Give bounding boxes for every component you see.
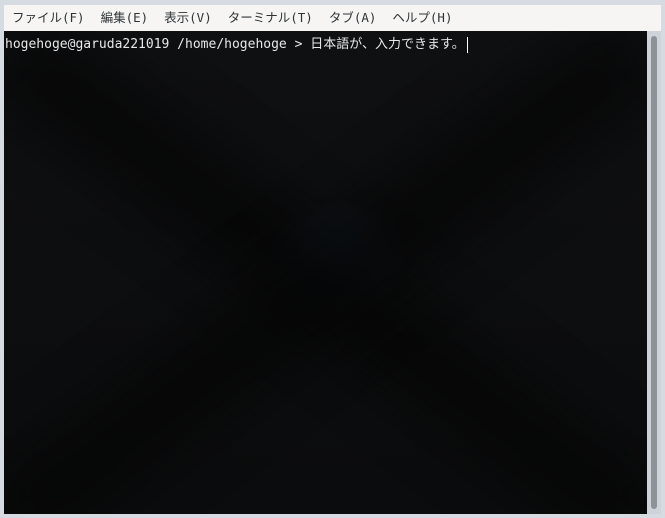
menu-view[interactable]: 表示(V) — [156, 5, 220, 31]
terminal-window: ファイル(F) 編集(E) 表示(V) ターミナル(T) タブ(A) ヘルプ(H… — [0, 0, 665, 518]
command-input: 日本語が、入力できます。 — [310, 37, 465, 52]
terminal-scrollbar[interactable] — [647, 31, 661, 514]
text-cursor — [466, 37, 468, 53]
scrollbar-thumb[interactable] — [651, 36, 657, 509]
terminal-line: hogehoge@garuda221019 /home/hogehoge > 日… — [5, 37, 468, 53]
menu-tabs[interactable]: タブ(A) — [321, 5, 385, 31]
menu-bar: ファイル(F) 編集(E) 表示(V) ターミナル(T) タブ(A) ヘルプ(H… — [4, 5, 661, 31]
terminal-area[interactable]: hogehoge@garuda221019 /home/hogehoge > 日… — [4, 31, 647, 514]
menu-edit[interactable]: 編集(E) — [93, 5, 157, 31]
menu-file[interactable]: ファイル(F) — [4, 5, 93, 31]
shell-prompt: hogehoge@garuda221019 /home/hogehoge > — [5, 37, 311, 52]
menu-help[interactable]: ヘルプ(H) — [384, 5, 460, 31]
menu-terminal[interactable]: ターミナル(T) — [220, 5, 321, 31]
